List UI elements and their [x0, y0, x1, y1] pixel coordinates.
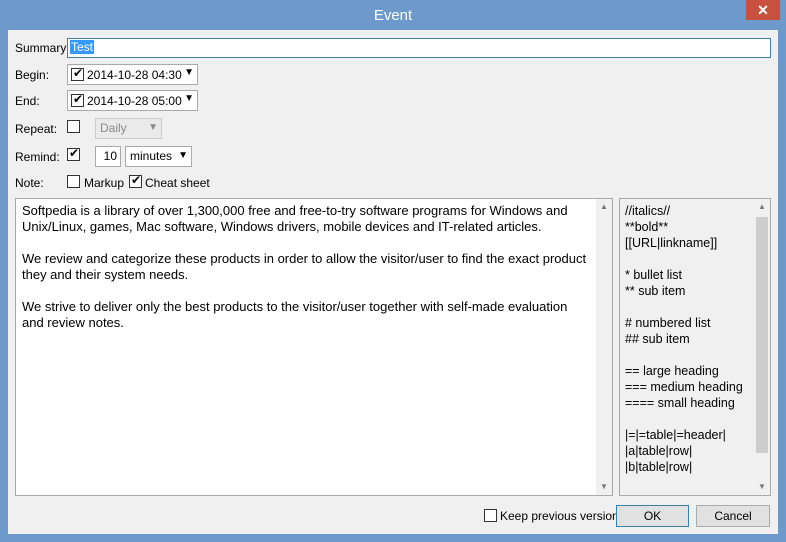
scroll-down-icon[interactable]: ▼	[754, 479, 770, 495]
check-icon: ✔	[73, 92, 84, 106]
cheat-sheet-line: ** sub item	[625, 284, 686, 298]
cheat-sheet-line	[625, 299, 755, 315]
cheat-sheet-line: === medium heading	[625, 380, 743, 394]
cheat-sheet-line: //italics//	[625, 204, 671, 218]
remind-amount-input[interactable]: 10	[95, 146, 121, 167]
check-icon: ✔	[131, 173, 142, 187]
note-paragraph: We strive to deliver only the best produ…	[22, 299, 568, 330]
note-paragraph: We review and categorize these products …	[22, 251, 587, 282]
title-bar[interactable]: Event ✕	[0, 0, 786, 30]
cheat-sheet-checkbox[interactable]: ✔	[129, 173, 142, 188]
end-label: End:	[15, 94, 40, 108]
cheat-sheet-line: |b|table|row|	[625, 460, 693, 474]
cheat-sheet-line: ==== small heading	[625, 396, 735, 410]
cheat-sheet-panel[interactable]: //italics// **bold** [[URL|linkname]] * bul…	[619, 198, 771, 496]
summary-input[interactable]: Test	[67, 38, 771, 58]
cheat-sheet-content: //italics// **bold** [[URL|linkname]] * bul…	[625, 203, 755, 475]
cheat-sheet-scrollbar[interactable]: ▲ ▼	[754, 199, 770, 495]
keep-previous-checkbox[interactable]	[484, 509, 497, 522]
chevron-down-icon[interactable]: ▼	[184, 93, 194, 104]
cheat-sheet-line: [[URL|linkname]]	[625, 236, 718, 250]
cheat-sheet-line: ## sub item	[625, 332, 690, 346]
ok-button[interactable]: OK	[616, 505, 689, 527]
cheat-sheet-line: * bullet list	[625, 268, 682, 282]
cheat-sheet-line	[625, 347, 755, 363]
end-value: 2014-10-28 05:00	[87, 94, 182, 108]
scroll-up-icon[interactable]: ▲	[596, 199, 612, 215]
cheat-sheet-label[interactable]: Cheat sheet	[145, 176, 210, 190]
chevron-down-icon[interactable]: ▼	[184, 67, 194, 78]
note-label: Note:	[15, 176, 44, 190]
event-dialog-window: Event ✕ Summary: Test Begin: ✔ 2014-10-2…	[0, 0, 786, 542]
check-icon: ✔	[69, 146, 80, 160]
scroll-up-icon[interactable]: ▲	[754, 199, 770, 215]
end-datetime-picker[interactable]: ✔ 2014-10-28 05:00 ▼	[67, 90, 198, 111]
cheat-sheet-line: # numbered list	[625, 316, 711, 330]
note-textarea[interactable]: Softpedia is a library of over 1,300,000…	[15, 198, 613, 496]
begin-value: 2014-10-28 04:30	[87, 68, 182, 82]
note-content: Softpedia is a library of over 1,300,000…	[22, 203, 592, 347]
begin-checkbox[interactable]: ✔	[71, 66, 84, 81]
remind-checkbox[interactable]: ✔	[67, 146, 80, 161]
check-icon: ✔	[73, 66, 84, 80]
dialog-body: Summary: Test Begin: ✔ 2014-10-28 04:30 …	[8, 30, 778, 534]
end-checkbox[interactable]: ✔	[71, 92, 84, 107]
repeat-checkbox[interactable]	[67, 120, 80, 133]
remind-unit-select[interactable]: minutes ▼	[125, 146, 192, 167]
repeat-value: Daily	[100, 121, 127, 135]
note-scrollbar[interactable]: ▲ ▼	[596, 199, 612, 495]
begin-label: Begin:	[15, 68, 50, 82]
close-button[interactable]: ✕	[746, 0, 780, 20]
markup-checkbox[interactable]	[67, 175, 80, 188]
close-icon: ✕	[757, 2, 769, 18]
chevron-down-icon: ▼	[148, 122, 158, 133]
cheat-sheet-line	[625, 411, 755, 427]
markup-label[interactable]: Markup	[84, 176, 124, 190]
window-title: Event	[373, 7, 413, 24]
cheat-sheet-line: == large heading	[625, 364, 719, 378]
cheat-sheet-line: **bold**	[625, 220, 669, 234]
keep-previous-label[interactable]: Keep previous version	[500, 509, 619, 523]
note-paragraph: Softpedia is a library of over 1,300,000…	[22, 203, 568, 234]
repeat-label: Repeat:	[15, 122, 58, 136]
begin-datetime-picker[interactable]: ✔ 2014-10-28 04:30 ▼	[67, 64, 198, 85]
scroll-thumb[interactable]	[756, 217, 768, 453]
cheat-sheet-line: |a|table|row|	[625, 444, 693, 458]
cheat-sheet-line	[625, 251, 755, 267]
repeat-select[interactable]: Daily ▼	[95, 118, 162, 139]
scroll-down-icon[interactable]: ▼	[596, 479, 612, 495]
remind-label: Remind:	[15, 150, 60, 164]
chevron-down-icon: ▼	[178, 150, 188, 161]
summary-value: Test	[70, 40, 95, 54]
remind-unit-value: minutes	[130, 149, 173, 163]
cancel-button[interactable]: Cancel	[696, 505, 770, 527]
summary-label: Summary:	[15, 41, 70, 55]
cheat-sheet-line: |=|=table|=header|	[625, 428, 726, 442]
